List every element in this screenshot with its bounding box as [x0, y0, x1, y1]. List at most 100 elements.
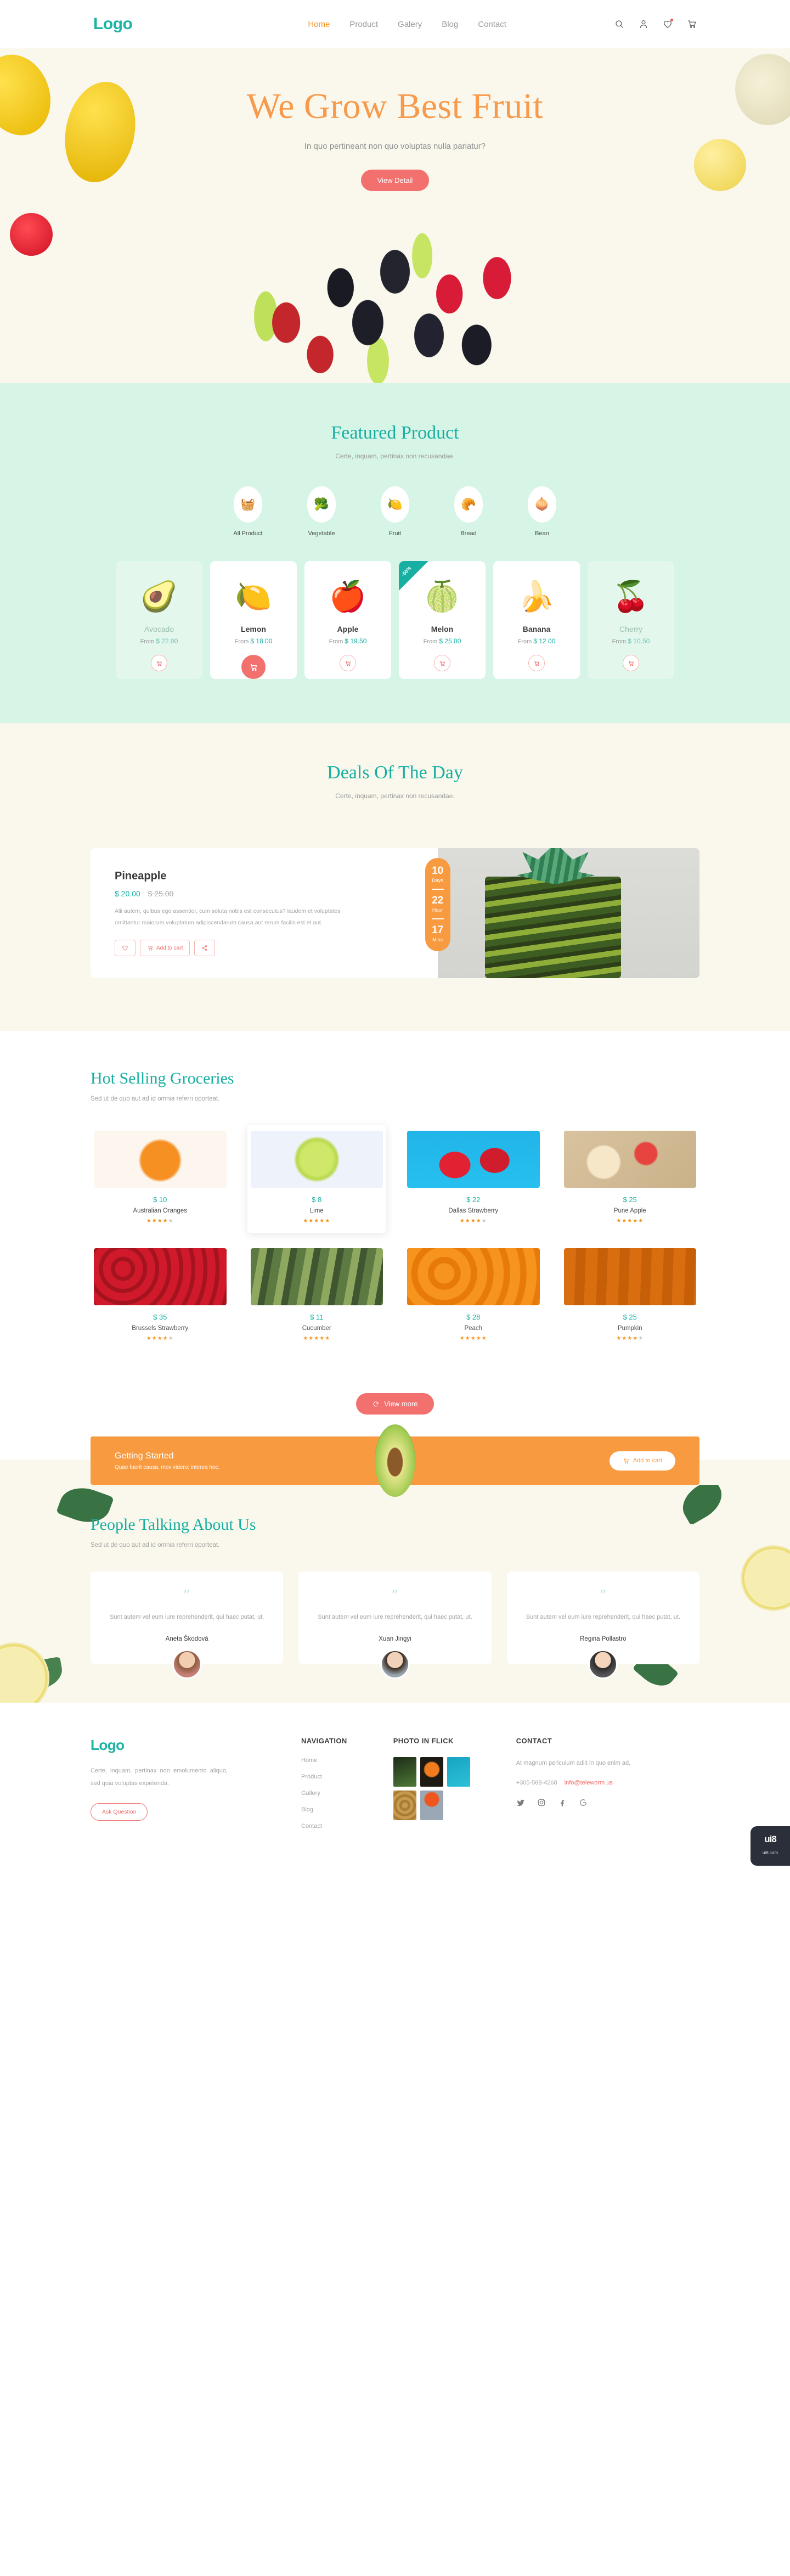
quote-icon: ″	[599, 1587, 607, 1603]
twitter-icon[interactable]	[516, 1798, 525, 1807]
category-label: Fruit	[389, 530, 401, 537]
nav-item-blog[interactable]: Blog	[442, 20, 458, 29]
product-card[interactable]: 🥑 Avocado From $ 22.00	[116, 561, 202, 679]
lemon-slice-decoration	[0, 1642, 49, 1703]
rating-stars: ★★★★★	[303, 1335, 331, 1342]
product-card[interactable]: 🍒 Cherry From $ 10.50	[588, 561, 674, 679]
nav-item-galery[interactable]: Galery	[398, 20, 422, 29]
google-icon[interactable]	[579, 1798, 588, 1807]
grocery-name: Dallas Strawberry	[448, 1208, 499, 1214]
footer-email[interactable]: info@teleworm.us	[565, 1780, 613, 1786]
grocery-card[interactable]: $ 22 Dallas Strawberry ★★★★★	[404, 1125, 543, 1233]
grocery-card[interactable]: $ 25 Pune Apple ★★★★★	[561, 1125, 700, 1233]
avocado-icon: 🥑	[140, 580, 178, 613]
flickr-thumbnail[interactable]	[420, 1757, 443, 1787]
price-prefix: From	[140, 638, 155, 645]
ask-question-button[interactable]: Ask Question	[91, 1803, 148, 1821]
flickr-thumbnail-grid	[393, 1757, 470, 1821]
grocery-price: $ 28	[466, 1313, 481, 1321]
add-to-cart-button[interactable]	[340, 655, 356, 671]
deals-title: Deals Of The Day	[327, 762, 463, 783]
price-value: $ 22.00	[156, 637, 178, 645]
user-icon[interactable]	[639, 19, 648, 29]
footer-link-blog[interactable]: Blog	[301, 1806, 347, 1813]
grocery-price: $ 25	[623, 1196, 637, 1204]
footer-link-product[interactable]: Product	[301, 1774, 347, 1780]
footer-link-gallery[interactable]: Gallery	[301, 1790, 347, 1797]
featured-heading-block: Featured Product Certe, inquam, pertinax…	[0, 423, 790, 460]
category-bread[interactable]: 🥐 Bread	[445, 486, 492, 537]
price-value: $ 12.00	[533, 637, 556, 645]
flickr-thumbnail[interactable]	[420, 1791, 443, 1821]
product-card[interactable]: 🍎 Apple From $ 19.50	[304, 561, 391, 679]
peach-thumbnail	[407, 1248, 540, 1305]
refresh-icon	[373, 1401, 379, 1407]
price-prefix: From	[517, 638, 532, 645]
grocery-card[interactable]: $ 28 Peach ★★★★★	[404, 1243, 543, 1350]
cart-icon	[148, 946, 153, 951]
footer-link-contact[interactable]: Contact	[301, 1823, 347, 1829]
deals-heading-block: Deals Of The Day Certe, inquam, pertinax…	[0, 762, 790, 800]
discount-value: -50%	[400, 565, 413, 577]
view-detail-button[interactable]: View Detail	[360, 170, 430, 191]
add-to-cart-button[interactable]	[151, 655, 167, 671]
price-value: $ 10.50	[628, 637, 650, 645]
site-logo[interactable]: Logo	[93, 15, 133, 33]
grocery-card[interactable]: $ 10 Australian Oranges ★★★★★	[91, 1125, 230, 1233]
category-fruit[interactable]: 🍋 Fruit	[371, 486, 419, 537]
footer-container: Logo Certe, inquam, pertinax non emolume…	[91, 1737, 699, 1829]
flickr-thumbnail[interactable]	[393, 1791, 416, 1821]
hot-selling-title: Hot Selling Groceries	[91, 1069, 234, 1087]
apple-icon: 🍎	[329, 580, 366, 613]
heart-icon[interactable]	[663, 19, 673, 29]
add-to-cart-button[interactable]	[528, 655, 545, 671]
grocery-card[interactable]: $ 8 Lime ★★★★★	[247, 1125, 387, 1233]
facebook-icon[interactable]	[558, 1798, 567, 1807]
view-more-button[interactable]: View more	[356, 1393, 435, 1415]
nav-item-product[interactable]: Product	[349, 20, 378, 29]
category-bean[interactable]: 🧅 Bean	[518, 486, 566, 537]
banner-add-to-cart-button[interactable]: Add to cart	[609, 1451, 675, 1471]
cart-icon[interactable]	[687, 19, 697, 29]
search-icon[interactable]	[614, 19, 624, 29]
footer-link-home[interactable]: Home	[301, 1757, 347, 1764]
product-card[interactable]: 🍋 Lemon From $ 18.00	[210, 561, 297, 679]
wishlist-button[interactable]	[115, 940, 136, 956]
grocery-card[interactable]: $ 25 Pumpkin ★★★★★	[561, 1243, 700, 1350]
add-to-cart-button[interactable]	[434, 655, 450, 671]
cucumber-thumbnail	[250, 1248, 383, 1305]
grocery-price: $ 11	[310, 1313, 324, 1321]
nav-item-contact[interactable]: Contact	[478, 20, 506, 29]
footer-logo[interactable]: Logo	[91, 1737, 255, 1754]
footer-phone[interactable]: +305-588-4268	[516, 1780, 557, 1786]
product-card[interactable]: 🍌 Banana From $ 12.00	[493, 561, 580, 679]
grocery-price: $ 10	[153, 1196, 167, 1204]
countdown-mins-value: 17	[432, 924, 444, 936]
category-all-product[interactable]: 🧺 All Product	[224, 486, 272, 537]
testimonial-author: Xuan Jingyi	[379, 1636, 411, 1643]
flickr-thumbnail[interactable]	[447, 1757, 470, 1787]
flickr-thumbnail[interactable]	[393, 1757, 416, 1787]
footer-brand-column: Logo Certe, inquam, pertinax non emolume…	[91, 1737, 255, 1829]
grocery-card[interactable]: $ 35 Brussels Strawberry ★★★★★	[91, 1243, 230, 1350]
avatar	[380, 1649, 410, 1680]
product-name: Apple	[337, 625, 359, 633]
share-button[interactable]	[194, 940, 216, 956]
apple-slices-thumbnail	[563, 1131, 696, 1188]
grocery-card[interactable]: $ 11 Cucumber ★★★★★	[247, 1243, 387, 1350]
strawberry-thumbnail	[407, 1131, 540, 1188]
category-label: Bread	[460, 530, 477, 537]
add-to-cart-button[interactable]	[623, 655, 639, 671]
deal-add-to-cart-button[interactable]: Add to cart	[140, 940, 190, 956]
instagram-icon[interactable]	[537, 1798, 546, 1807]
product-card[interactable]: -50% 🍈 Melon From $ 25.00	[399, 561, 486, 679]
deal-price-original: $ 25.00	[148, 889, 174, 898]
footer-navigation-title: NAVIGATION	[301, 1737, 347, 1746]
avatar	[588, 1649, 618, 1680]
testimonial-quote: Sunt autem vel eum iure reprehenderit, q…	[318, 1614, 472, 1620]
add-to-cart-button[interactable]	[241, 655, 266, 679]
discount-badge: -50%	[399, 561, 428, 591]
testimonials-section: People Talking About Us Sed ut de quo au…	[0, 1485, 790, 1703]
category-vegetable[interactable]: 🥦 Vegetable	[298, 486, 345, 537]
nav-item-home[interactable]: Home	[308, 20, 330, 29]
